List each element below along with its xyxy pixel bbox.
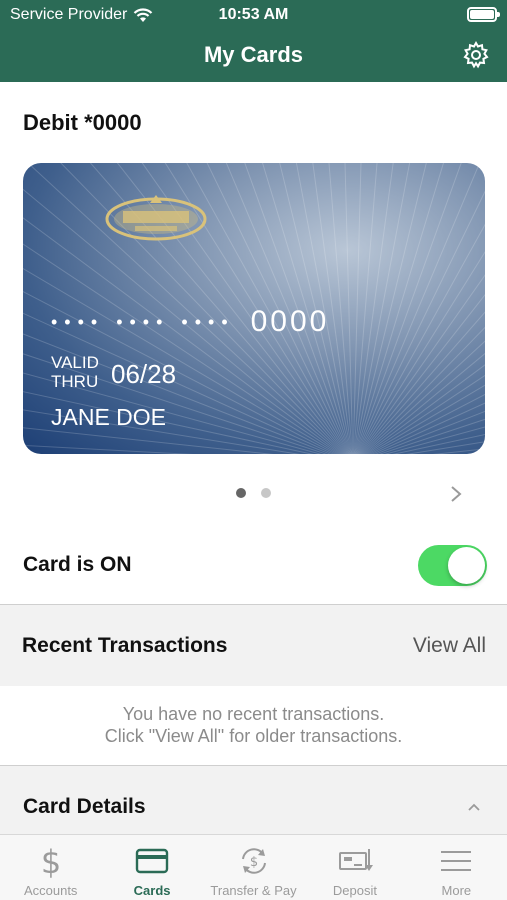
pager-dot-active[interactable] [236,488,246,498]
card-ray [362,340,485,454]
card-ray [23,444,194,454]
view-all-link[interactable]: View All [413,634,486,658]
card-icon [135,848,169,874]
tab-transfer-pay[interactable]: $ Transfer & Pay [203,835,304,900]
tab-deposit[interactable]: Deposit [304,835,405,900]
card-ray [364,364,485,454]
bank-logo-icon [105,195,207,241]
card-holder-name: JANE DOE [51,404,167,430]
tab-cards[interactable]: Cards [101,835,202,900]
card-pager[interactable] [0,488,507,500]
debit-card-image[interactable]: •••• •••• •••• •••• •••• •••• 0000 VALID… [23,163,485,454]
gear-icon[interactable] [461,40,491,70]
tab-label: Cards [133,883,171,898]
recent-transactions-title: Recent Transactions [22,634,228,657]
chevron-right-icon[interactable] [449,484,463,504]
card-ray [356,163,481,454]
card-number-masked: •••• •••• •••• [51,311,235,332]
card-ray [363,352,485,454]
thru-label: THRU [51,372,99,391]
status-time: 10:53 AM [218,6,289,23]
card-ray [352,163,362,454]
card-ray [358,274,485,454]
card-ray [344,163,354,454]
card-number: •••• •••• •••• •••• •••• •••• 0000 [51,305,329,339]
tab-more[interactable]: More [406,835,507,900]
card-ray [365,374,485,454]
tab-accounts[interactable]: $ Accounts [0,835,101,900]
valid-label: VALID [51,353,99,372]
battery-icon [467,7,500,22]
card-status-label: Card is ON [23,553,132,576]
nav-bar: My Cards [0,30,507,82]
page-title: My Cards [203,42,304,67]
card-expiry: 06/28 [111,359,177,389]
card-ray [360,311,485,454]
status-bar: Service Provider 10:53 AM [0,0,507,30]
card-ray [357,223,485,454]
tab-label: More [441,883,472,898]
card-ray [367,384,485,454]
chevron-up-icon[interactable] [467,802,481,812]
svg-text:$: $ [41,843,61,879]
card-name: Debit *0000 [23,110,142,135]
card-ray [355,163,462,454]
card-ray [358,251,485,454]
empty-message-line1: You have no recent transactions. [122,704,385,724]
card-ray [356,190,485,454]
svg-text:$: $ [249,855,257,870]
card-ray [361,326,485,454]
tab-label: Accounts [23,883,78,898]
card-on-toggle[interactable] [418,545,487,586]
tab-label: Deposit [332,883,377,898]
card-ray [355,163,444,454]
card-details-header[interactable]: Card Details [0,766,507,834]
card-ray [354,163,427,454]
menu-icon [441,851,472,871]
transfer-icon: $ [241,848,266,874]
empty-message-line2: Click "View All" for older transactions. [104,726,403,746]
dollar-icon: $ [41,843,61,879]
card-details-title: Card Details [23,795,146,818]
tab-label: Transfer & Pay [210,883,297,898]
toggle-knob [448,547,485,584]
card-ray [359,294,485,454]
recent-transactions-header: Recent Transactions View All [0,605,507,686]
card-number-last4: 0000 [250,305,330,338]
valid-thru-label: VALID THRU [51,353,99,391]
empty-transactions-message: You have no recent transactions. Click "… [0,703,507,747]
deposit-check-icon [338,849,373,871]
pager-dot[interactable] [261,488,271,498]
tab-bar: $ Accounts Cards $ Transfer & Pay Deposi… [0,834,507,900]
